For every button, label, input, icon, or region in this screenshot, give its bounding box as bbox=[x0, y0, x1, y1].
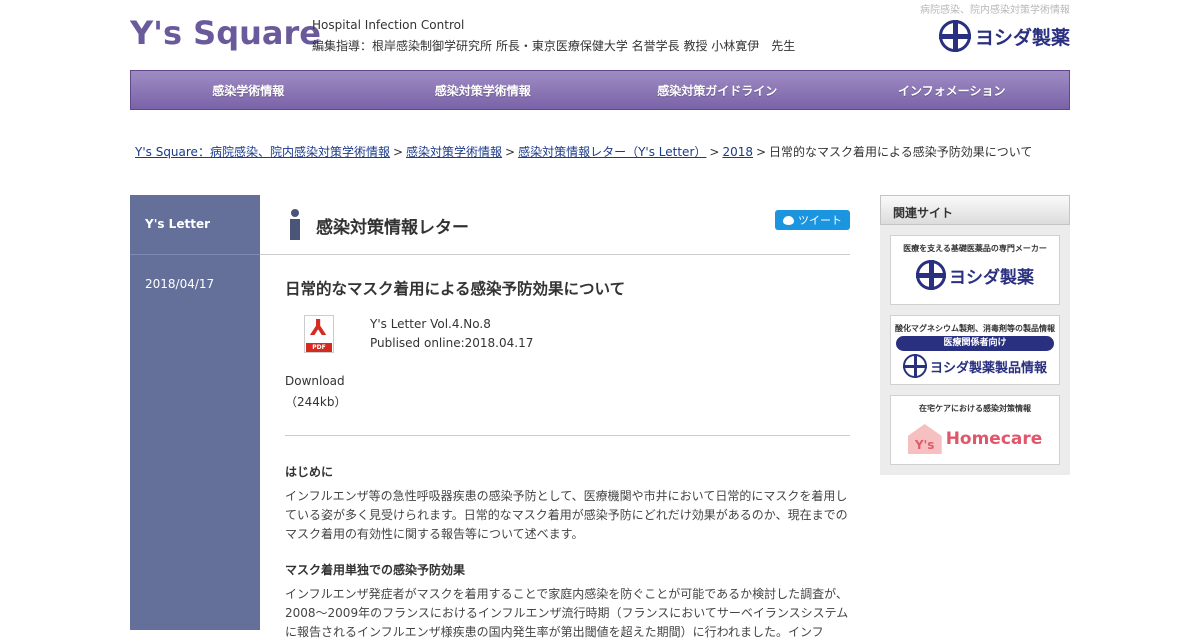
breadcrumb-link-home[interactable]: Y's Square：病院感染、院内感染対策学術情報 bbox=[135, 145, 390, 159]
section-heading-intro: はじめに bbox=[285, 465, 334, 479]
banner-caption: 在宅ケアにおける感染対策情報 bbox=[919, 404, 1031, 413]
site-tagline: 病院感染、院内感染対策学術情報 bbox=[920, 5, 1070, 16]
pdf-label: PDF bbox=[306, 343, 332, 352]
nav-item-information[interactable]: インフォメーション bbox=[835, 71, 1070, 109]
yoshida-cross-logo-icon bbox=[902, 354, 927, 378]
file-size: （244kb） bbox=[285, 395, 347, 409]
yoshida-cross-logo-icon bbox=[916, 260, 946, 290]
main-nav: 感染学術情報 感染対策学術情報 感染対策ガイドライン インフォメーション bbox=[130, 70, 1070, 110]
banner-pill: 医療関係者向け bbox=[896, 336, 1054, 351]
breadcrumb-link-ys-letter[interactable]: 感染対策情報レター（Y's Letter） bbox=[518, 145, 706, 159]
house-icon: Y's bbox=[907, 424, 942, 454]
section-title: 感染対策情報レター bbox=[316, 218, 469, 238]
nav-item-infection-info[interactable]: 感染学術情報 bbox=[131, 71, 366, 109]
banner-caption: 酸化マグネシウム製剤、消毒剤等の製品情報 bbox=[895, 324, 1055, 333]
download-label[interactable]: Download bbox=[285, 374, 345, 388]
breadcrumb: Y's Square：病院感染、院内感染対策学術情報 > 感染対策学術情報 > 感染対策… bbox=[135, 143, 1032, 160]
nav-item-guidelines[interactable]: 感染対策ガイドライン bbox=[600, 71, 835, 109]
twitter-bird-icon bbox=[783, 215, 794, 225]
section-heading-mask-effect: マスク着用単独での感染予防効果 bbox=[285, 563, 466, 577]
article-date: 2018/04/17 bbox=[145, 277, 215, 291]
breadcrumb-link-countermeasure[interactable]: 感染対策学術情報 bbox=[406, 145, 502, 159]
site-subtitle-en: Hospital Infection Control bbox=[312, 18, 465, 32]
banner-yoshida-products[interactable]: 酸化マグネシウム製剤、消毒剤等の製品情報 医療関係者向け ヨシダ製薬製品情報 bbox=[890, 315, 1060, 385]
breadcrumb-separator: > bbox=[505, 145, 516, 159]
sidebar-section-label: Y's Letter bbox=[130, 195, 260, 255]
left-sidebar: Y's Letter 2018/04/17 bbox=[130, 195, 260, 630]
banner-brand-name: ヨシダ製薬 bbox=[949, 267, 1034, 288]
yoshida-brand-logo[interactable]: ヨシダ製薬 bbox=[938, 20, 1070, 52]
brand-name: ヨシダ製薬 bbox=[974, 26, 1070, 49]
related-sites-title: 関連サイト bbox=[880, 195, 1070, 225]
banner-caption: 医療を支える基礎医薬品の専門メーカー bbox=[903, 244, 1047, 253]
article-published: Publised online:2018.04.17 bbox=[370, 336, 534, 350]
info-icon bbox=[288, 209, 302, 241]
tweet-label: ツイート bbox=[798, 214, 842, 227]
banner-yoshida-pharma[interactable]: 医療を支える基礎医薬品の専門メーカー ヨシダ製薬 bbox=[890, 235, 1060, 305]
section-body-intro: インフルエンザ等の急性呼吸器疾患の感染予防として、医療機関や市井において日常的に… bbox=[285, 489, 848, 541]
banner-brand-name: Homecare bbox=[945, 429, 1043, 449]
banner-brand-name: ヨシダ製薬製品情報 bbox=[929, 360, 1047, 376]
site-logo[interactable]: Y's Square bbox=[130, 14, 321, 52]
breadcrumb-current: 日常的なマスク着用による感染予防効果について bbox=[769, 145, 1033, 159]
breadcrumb-link-year[interactable]: 2018 bbox=[722, 145, 753, 159]
yoshida-cross-logo-icon bbox=[938, 20, 971, 52]
article-volume: Y's Letter Vol.4.No.8 bbox=[370, 317, 491, 331]
site-subtitle-jp: 編集指導：根岸感染制御学研究所 所長・東京医療保健大学 名誉学長 教授 小林寛伊… bbox=[312, 39, 796, 53]
pdf-file-icon[interactable]: ⅄ PDF bbox=[304, 315, 336, 355]
breadcrumb-separator: > bbox=[755, 145, 767, 159]
nav-item-countermeasure-info[interactable]: 感染対策学術情報 bbox=[366, 71, 601, 109]
breadcrumb-separator: > bbox=[392, 145, 404, 159]
divider bbox=[285, 435, 850, 436]
article-title: 日常的なマスク着用による感染予防効果について bbox=[285, 280, 626, 298]
tweet-button[interactable]: ツイート bbox=[775, 210, 850, 230]
section-body-mask-effect: インフルエンザ発症者がマスクを着用することで家庭内感染を防ぐことが可能であるか検… bbox=[285, 587, 849, 639]
breadcrumb-separator: > bbox=[709, 145, 720, 159]
banner-ys-homecare[interactable]: 在宅ケアにおける感染対策情報 Y's Homecare bbox=[890, 395, 1060, 465]
